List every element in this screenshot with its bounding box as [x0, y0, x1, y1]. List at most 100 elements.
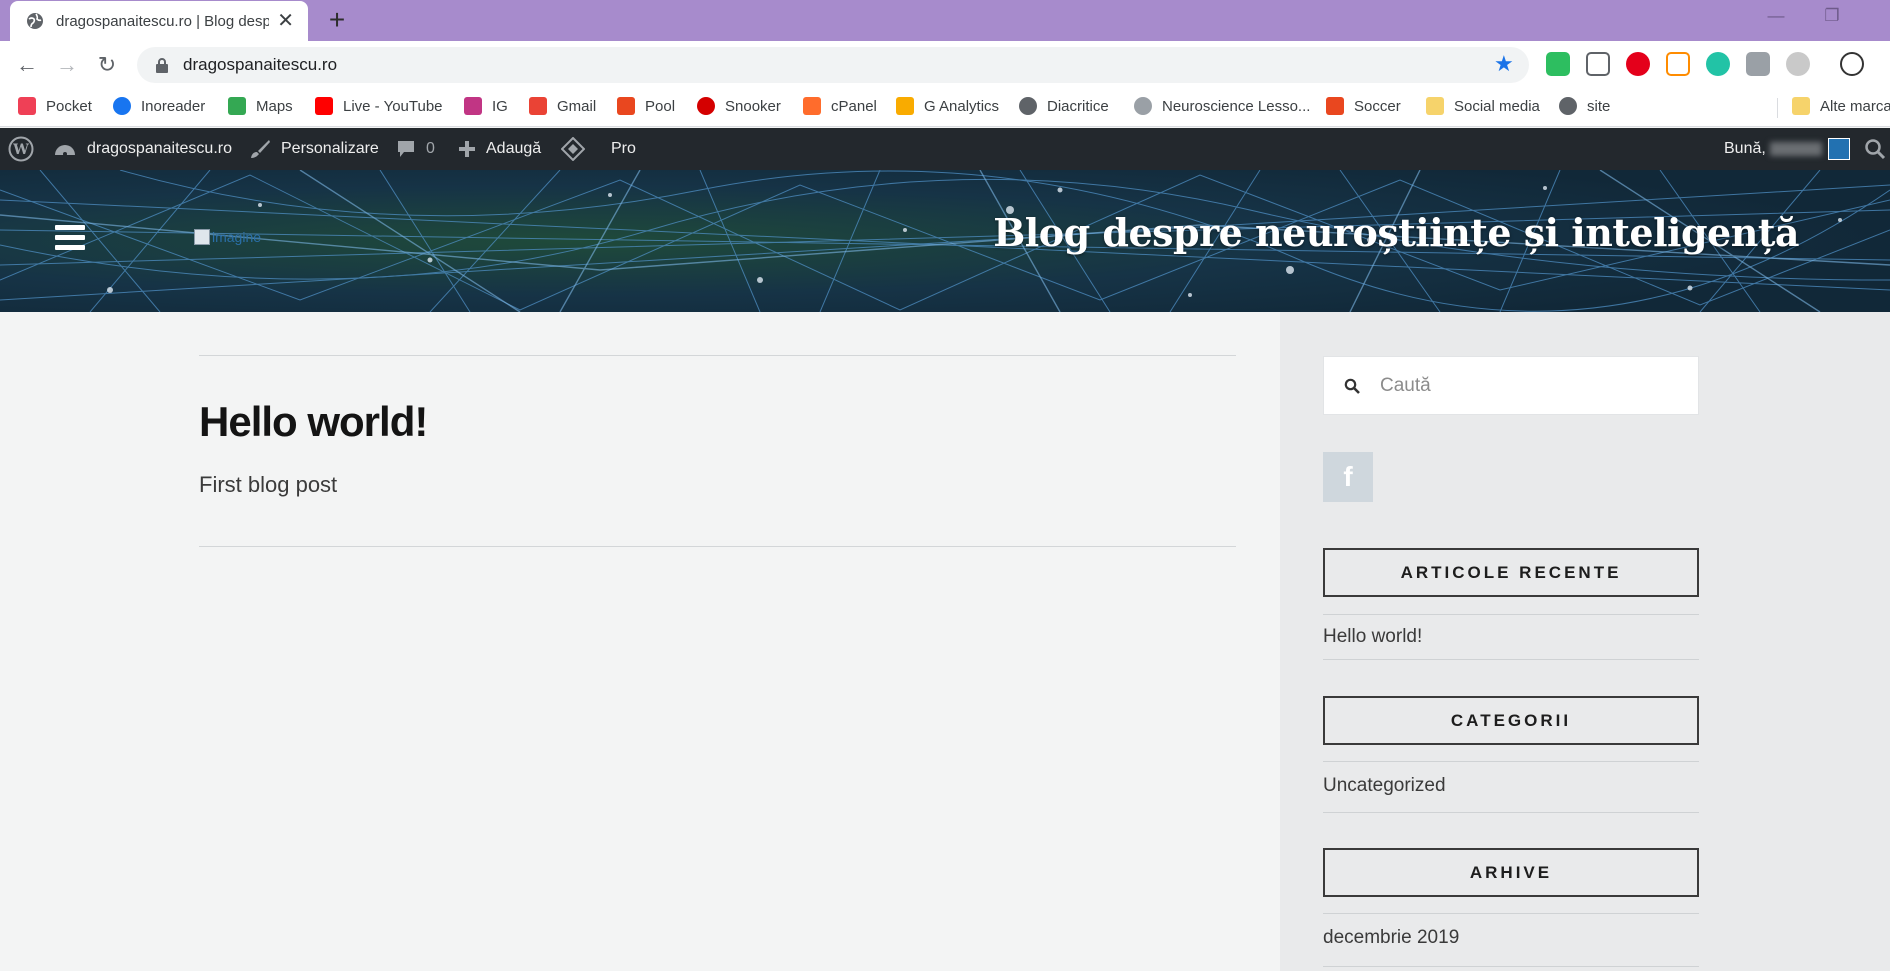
sidebar-search[interactable]	[1323, 356, 1699, 415]
archives-title: ARHIVE	[1323, 848, 1699, 897]
wp-admin-bar: W dragospanaitescu.ro Personalizare 0 Ad…	[0, 128, 1890, 170]
tab-close-icon[interactable]: ✕	[277, 11, 294, 31]
bookmark-instagram[interactable]: IG	[464, 97, 508, 115]
address-bar[interactable]: dragospanaitescu.ro	[137, 47, 1529, 83]
post-divider-top	[199, 355, 1236, 356]
forward-button[interactable]: →	[53, 51, 81, 79]
main-content: Hello world! First blog post	[0, 312, 1280, 971]
widget-divider	[1323, 761, 1699, 762]
folder-icon	[1792, 97, 1810, 115]
pool-icon	[617, 97, 635, 115]
tab-title: dragospanaitescu.ro | Blog despre neuroș…	[56, 12, 270, 30]
sidebar: f ARTICOLE RECENTE Hello world! CATEGORI…	[1280, 312, 1890, 971]
bookmark-pool[interactable]: Pool	[617, 97, 675, 115]
reload-button[interactable]: ↻	[93, 51, 121, 79]
widget-divider	[1323, 913, 1699, 914]
extension-50-icon[interactable]	[1666, 52, 1690, 76]
post-divider-bottom	[199, 546, 1236, 547]
bookmark-inoreader[interactable]: Inoreader	[113, 97, 205, 115]
gmail-icon	[529, 97, 547, 115]
broken-image-icon	[194, 229, 210, 245]
globe-icon	[27, 13, 43, 29]
svg-text:W: W	[12, 142, 29, 158]
bookmark-star-icon[interactable]: ★	[1494, 51, 1514, 77]
browser-tabstrip: dragospanaitescu.ro | Blog despre neuroș…	[0, 0, 1890, 41]
facebook-button[interactable]: f	[1323, 452, 1373, 502]
bookmark-pocket[interactable]: Pocket	[18, 97, 92, 115]
dashboard-icon	[55, 145, 75, 156]
diamond-icon	[561, 137, 585, 161]
browser-toolbar: ← → ↻ dragospanaitescu.ro ★	[0, 41, 1890, 89]
search-icon	[1344, 378, 1360, 394]
bookmarks-bar: Pocket Inoreader Maps Live - YouTube IG …	[0, 89, 1890, 127]
hamburger-menu-button[interactable]	[55, 225, 85, 253]
wordpress-icon: W	[8, 136, 34, 162]
profile-avatar[interactable]	[1840, 52, 1864, 76]
wp-customize[interactable]: Personalizare	[249, 128, 379, 170]
bookmark-analytics[interactable]: G Analytics	[896, 97, 999, 115]
folder-icon	[1426, 97, 1444, 115]
bookmark-youtube[interactable]: Live - YouTube	[315, 97, 443, 115]
search-input[interactable]	[1380, 374, 1680, 397]
bookmark-cpanel[interactable]: cPanel	[803, 97, 877, 115]
wp-site-name[interactable]: dragospanaitescu.ro	[53, 128, 232, 170]
bookmark-site[interactable]: site	[1559, 97, 1610, 115]
wp-my-account[interactable]: Bună,	[1724, 128, 1850, 170]
recent-posts-title: ARTICOLE RECENTE	[1323, 548, 1699, 597]
browser-tab[interactable]: dragospanaitescu.ro | Blog despre neuroș…	[10, 1, 308, 41]
plus-icon	[459, 141, 475, 157]
power-avatar-icon	[1827, 138, 1850, 160]
recent-post-link[interactable]: Hello world!	[1323, 626, 1422, 648]
evernote-extension-icon[interactable]	[1546, 52, 1570, 76]
wp-search[interactable]	[1864, 128, 1890, 170]
bookmark-neuroscience[interactable]: Neuroscience Lesso...	[1134, 97, 1310, 115]
bookmark-folder-social-media[interactable]: Social media	[1426, 97, 1540, 115]
bookmark-maps[interactable]: Maps	[228, 97, 293, 115]
pocket-icon	[18, 97, 36, 115]
categories-title: CATEGORII	[1323, 696, 1699, 745]
code-extension-icon[interactable]	[1746, 52, 1770, 76]
site-logo-broken-image[interactable]: imagine	[194, 229, 261, 245]
site-title[interactable]: Blog despre neuroștiințe și inteligență	[993, 210, 1799, 255]
wp-theme-icon-menu[interactable]	[561, 128, 595, 170]
extension-green-icon[interactable]	[1706, 52, 1730, 76]
youtube-icon	[315, 97, 333, 115]
minimize-icon[interactable]: —	[1756, 6, 1796, 26]
brain-icon	[1134, 97, 1152, 115]
archive-link[interactable]: decembrie 2019	[1323, 927, 1459, 949]
widget-divider	[1323, 614, 1699, 615]
widget-divider	[1323, 812, 1699, 813]
post-title[interactable]: Hello world!	[199, 398, 428, 446]
bookmark-snooker[interactable]: Snooker	[697, 97, 781, 115]
restore-icon[interactable]: ❐	[1812, 6, 1852, 26]
blurred-username	[1769, 142, 1822, 156]
bookmark-soccer[interactable]: Soccer	[1326, 97, 1401, 115]
new-tab-button[interactable]: +	[322, 5, 352, 35]
instagram-icon	[464, 97, 482, 115]
wp-pro[interactable]: Pro	[611, 128, 636, 170]
pocket-extension-icon[interactable]	[1586, 52, 1610, 76]
brush-icon	[251, 140, 270, 158]
site-header: imagine Blog despre neuroștiințe și inte…	[0, 170, 1890, 312]
wp-comments[interactable]: 0	[396, 128, 435, 170]
wp-add-new[interactable]: Adaugă	[458, 128, 541, 170]
globe-icon	[1559, 97, 1577, 115]
widget-divider	[1323, 966, 1699, 967]
snooker-icon	[697, 97, 715, 115]
adblock-extension-icon[interactable]	[1626, 52, 1650, 76]
back-button[interactable]: ←	[13, 51, 41, 79]
bookmark-gmail[interactable]: Gmail	[529, 97, 596, 115]
category-link[interactable]: Uncategorized	[1323, 775, 1446, 797]
search-icon	[1865, 139, 1886, 160]
soccer-icon	[1326, 97, 1344, 115]
bookmark-other-bookmarks[interactable]: Alte marca	[1792, 97, 1890, 115]
cpanel-icon	[803, 97, 821, 115]
url-text: dragospanaitescu.ro	[183, 55, 338, 74]
inoreader-icon	[113, 97, 131, 115]
bookmark-diacritice[interactable]: Diacritice	[1019, 97, 1109, 115]
wp-logo-menu[interactable]: W	[8, 128, 44, 170]
extension-grey-icon[interactable]	[1786, 52, 1810, 76]
globe-icon	[1019, 97, 1037, 115]
lock-icon	[156, 58, 168, 73]
widget-divider	[1323, 659, 1699, 660]
